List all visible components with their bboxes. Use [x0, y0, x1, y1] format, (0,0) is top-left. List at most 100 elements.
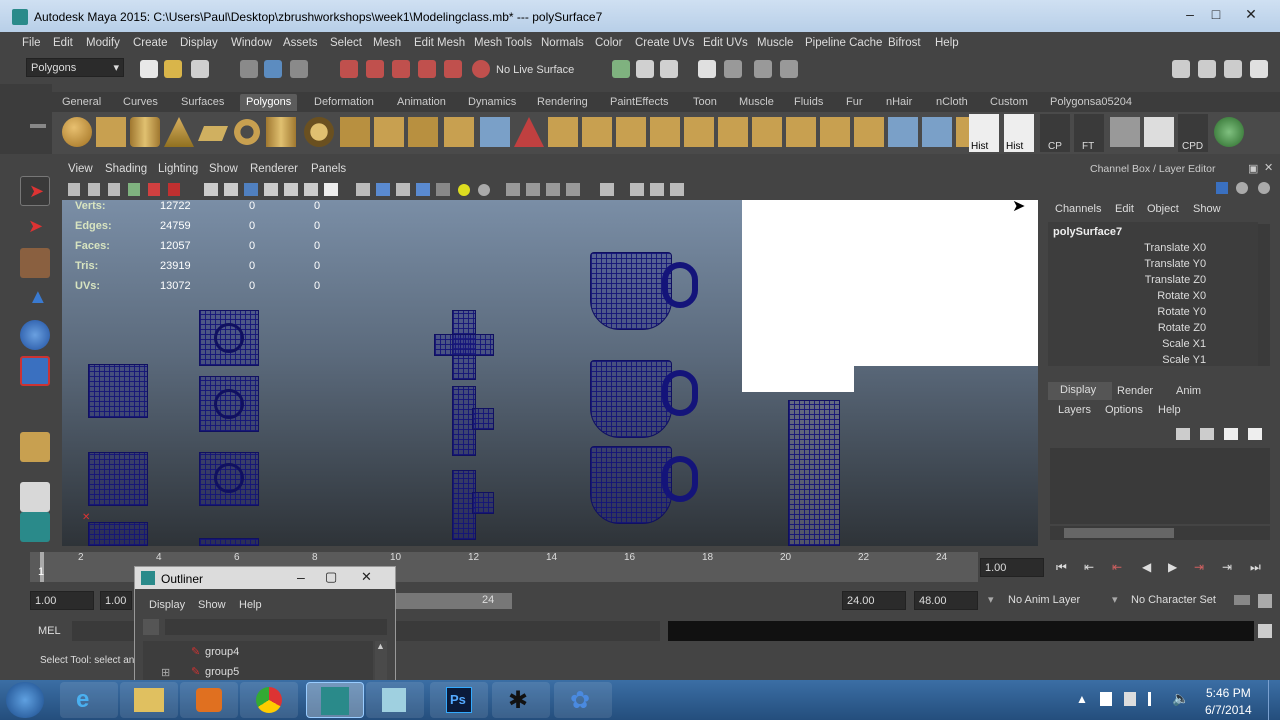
playback-start-field[interactable]: 1.00: [100, 591, 132, 610]
quadrangulate-icon[interactable]: [548, 117, 578, 147]
shadows-icon[interactable]: [304, 183, 318, 196]
attribute-editor-icon[interactable]: [1172, 60, 1190, 78]
menu-create[interactable]: Create: [133, 37, 168, 49]
panel-menu-show[interactable]: Show: [209, 163, 238, 175]
insert-edge-loop-icon[interactable]: [684, 117, 714, 147]
layers-menu[interactable]: Layers: [1058, 404, 1091, 416]
clock-time[interactable]: 5:46 PM: [1206, 686, 1251, 700]
gamma-icon[interactable]: [566, 183, 580, 196]
move-tool-icon[interactable]: ▲: [20, 284, 50, 314]
playback-end-field[interactable]: 24.00: [842, 591, 906, 610]
split-polygon-icon[interactable]: [650, 117, 680, 147]
tab-toon[interactable]: Toon: [693, 96, 717, 108]
triangulate-icon[interactable]: [514, 117, 544, 147]
maximize-icon[interactable]: ▢: [325, 569, 337, 585]
character-set-label[interactable]: No Character Set: [1131, 594, 1216, 606]
media-player-taskbar-icon[interactable]: [180, 682, 238, 718]
depth-of-field-icon[interactable]: [546, 183, 560, 196]
anim-layer-label[interactable]: No Anim Layer: [1008, 594, 1080, 606]
outliner-toggle-icon[interactable]: [1250, 60, 1268, 78]
menu-mesh[interactable]: Mesh: [373, 37, 401, 49]
network-icon[interactable]: [1148, 692, 1162, 706]
clock-date[interactable]: 6/7/2014: [1205, 703, 1252, 717]
hypershade-icon[interactable]: [780, 60, 798, 78]
mesh-cup[interactable]: [590, 360, 672, 438]
step-back-key-icon[interactable]: ⇤: [1084, 560, 1094, 574]
text-icon[interactable]: [324, 183, 338, 196]
help-menu[interactable]: Help: [1158, 404, 1181, 416]
motion-blur-icon[interactable]: [506, 183, 520, 196]
tray-flag-icon[interactable]: [1100, 692, 1112, 706]
menu-normals[interactable]: Normals: [541, 37, 584, 49]
move-layer-down-icon[interactable]: [1248, 428, 1262, 440]
poly-cube-icon[interactable]: [96, 117, 126, 147]
move-layer-up-icon[interactable]: [1224, 428, 1238, 440]
poly-cylinder-icon[interactable]: [130, 117, 160, 147]
menu-edit-mesh[interactable]: Edit Mesh: [414, 37, 465, 49]
average-vertices-icon[interactable]: [786, 117, 816, 147]
mesh-tile[interactable]: [199, 310, 259, 366]
tab-display[interactable]: Display: [1048, 382, 1112, 400]
play-forward-icon[interactable]: ▶: [1168, 560, 1177, 574]
menu-display[interactable]: Display: [180, 37, 218, 49]
center-pivot-icon[interactable]: [1110, 117, 1140, 147]
make-live-icon[interactable]: [472, 60, 490, 78]
tab-ncloth[interactable]: nCloth: [936, 96, 968, 108]
shelf-menu-icon[interactable]: [30, 124, 46, 128]
menu-edit[interactable]: Edit: [53, 37, 73, 49]
viewport-3d[interactable]: Verts: 12722 0 0 Edges: 24759 0 0 Faces:…: [62, 200, 1038, 546]
cp-tool-icon[interactable]: CP: [1040, 114, 1070, 152]
channel-box-icon[interactable]: [1258, 182, 1270, 194]
channel-value[interactable]: 0: [1200, 242, 1206, 254]
step-forward-key-icon[interactable]: ⇥: [1222, 560, 1232, 574]
menu-bifrost[interactable]: Bifrost: [888, 37, 921, 49]
mel-label[interactable]: MEL: [38, 625, 61, 637]
chrome-taskbar-icon[interactable]: [240, 682, 298, 718]
hist-1-icon[interactable]: Hist: [969, 114, 999, 152]
menu-mesh-tools[interactable]: Mesh Tools: [474, 37, 532, 49]
start-time-field[interactable]: 1.00: [30, 591, 94, 610]
new-layer-icon[interactable]: [1176, 428, 1190, 440]
panel-menu-renderer[interactable]: Renderer: [250, 163, 298, 175]
film-gate-icon[interactable]: [168, 183, 180, 196]
checker-icon[interactable]: [436, 183, 450, 196]
zbrush-taskbar-icon[interactable]: ✱: [492, 682, 550, 718]
mesh-tile[interactable]: [88, 364, 148, 418]
select-hierarchy-icon[interactable]: [240, 60, 258, 78]
script-icon[interactable]: [1214, 117, 1244, 147]
panel-menu-lighting[interactable]: Lighting: [158, 163, 198, 175]
select-camera-icon[interactable]: [600, 183, 614, 196]
outliner-menu-help[interactable]: Help: [239, 599, 262, 611]
bevel-icon[interactable]: [616, 117, 646, 147]
tab-dynamics[interactable]: Dynamics: [468, 96, 516, 108]
play-backward-icon[interactable]: ◀: [1142, 560, 1151, 574]
list-item[interactable]: ⊞ ✎ group5: [143, 663, 373, 681]
tab-fluids[interactable]: Fluids: [794, 96, 823, 108]
float-panel-icon[interactable]: ▣: [1248, 162, 1258, 175]
mesh-pipe-tee[interactable]: [472, 492, 494, 514]
extract-icon[interactable]: [408, 117, 438, 147]
show-menu[interactable]: Show: [1193, 203, 1221, 215]
list-item[interactable]: ✎ group4: [143, 643, 373, 661]
expand-icon[interactable]: ⊞: [161, 666, 170, 679]
mesh-pipe-tee[interactable]: [434, 334, 494, 356]
poly-soccerball-icon[interactable]: [304, 117, 334, 147]
snap-view-icon[interactable]: [418, 60, 436, 78]
tool-settings-icon[interactable]: [1198, 60, 1216, 78]
menu-assets[interactable]: Assets: [283, 37, 318, 49]
outliner-scrollbar[interactable]: ▲: [375, 641, 387, 685]
edit-menu[interactable]: Edit: [1115, 203, 1134, 215]
poly-pipe-icon[interactable]: [266, 117, 296, 147]
tray-expand-icon[interactable]: ▲: [1076, 692, 1088, 706]
anim-preferences-icon[interactable]: [1258, 594, 1272, 608]
channel-value[interactable]: 0: [1200, 274, 1206, 286]
menu-window[interactable]: Window: [231, 37, 272, 49]
tab-nhair[interactable]: nHair: [886, 96, 912, 108]
snap-grid-icon[interactable]: [340, 60, 358, 78]
extrude-icon[interactable]: [582, 117, 612, 147]
attribute-icon[interactable]: [1236, 182, 1248, 194]
render-current-icon[interactable]: [698, 60, 716, 78]
tab-surfaces[interactable]: Surfaces: [181, 96, 224, 108]
tab-polygons[interactable]: Polygons: [240, 94, 298, 111]
light-icon[interactable]: [458, 184, 470, 196]
